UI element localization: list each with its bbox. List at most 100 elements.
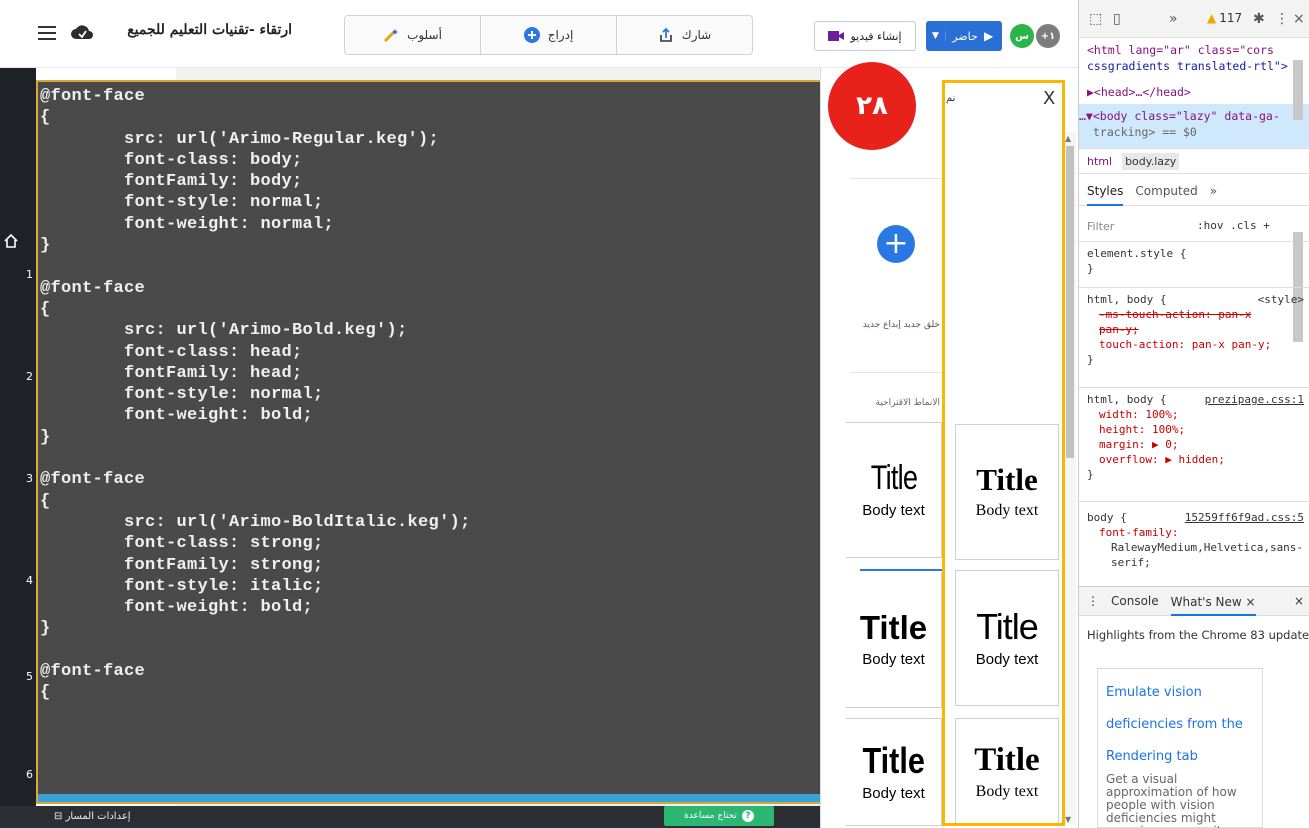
tab-computed[interactable]: Computed bbox=[1135, 184, 1197, 198]
tab-styles[interactable]: Styles bbox=[1087, 184, 1124, 206]
home-icon[interactable] bbox=[4, 234, 18, 248]
help-button[interactable]: تحتاج مساعدة ? bbox=[664, 806, 774, 826]
code-panel-footer bbox=[38, 794, 857, 802]
code-editor-panel[interactable]: @font-face { src: url('Arimo-Regular.keg… bbox=[36, 80, 859, 804]
menu-icon[interactable] bbox=[38, 26, 56, 40]
more-tabs-icon[interactable]: » bbox=[1210, 184, 1217, 198]
more-tabs-icon[interactable]: » bbox=[1169, 11, 1178, 27]
new-creative-label: خلق جديد إبداع جديد bbox=[862, 320, 940, 330]
highlight-annotation-box bbox=[942, 80, 1065, 826]
tab-console[interactable]: Console bbox=[1111, 594, 1159, 608]
breadcrumb: html body.lazy bbox=[1079, 148, 1309, 174]
css-rule[interactable]: html, body { <style> -ms-touch-action: p… bbox=[1079, 288, 1309, 388]
divider bbox=[850, 372, 942, 373]
plus-circle-icon bbox=[523, 27, 540, 43]
css-close: } bbox=[1087, 353, 1094, 366]
step-number-badge: ٢٨ bbox=[828, 62, 916, 150]
breadcrumb-item[interactable]: html bbox=[1087, 155, 1112, 168]
dom-node-head[interactable]: ▶<head>…</head> bbox=[1087, 84, 1191, 100]
style-card[interactable]: Title Body text bbox=[846, 422, 942, 558]
slide-number[interactable]: 6 bbox=[26, 768, 33, 781]
path-settings-label: إعدادات المسار bbox=[65, 811, 131, 822]
gear-icon[interactable]: ✱ bbox=[1253, 11, 1265, 27]
css-prop: margin: ▶ 0; bbox=[1099, 438, 1179, 451]
share-button[interactable]: شارك bbox=[617, 16, 752, 54]
style-button[interactable]: أسلوب bbox=[345, 16, 481, 54]
style-card[interactable]: Title Body text bbox=[846, 572, 942, 708]
question-icon: ? bbox=[741, 810, 754, 822]
video-camera-icon bbox=[828, 31, 845, 41]
css-value: RalewayMedium,Helvetica,sans- bbox=[1111, 541, 1304, 554]
insert-label: إدراج bbox=[547, 28, 574, 42]
inspect-element-icon[interactable]: ⬚ bbox=[1089, 11, 1102, 27]
present-dropdown-icon[interactable]: ▼ bbox=[926, 31, 946, 41]
css-prop: width: 100%; bbox=[1099, 408, 1179, 421]
insert-button[interactable]: إدراج bbox=[481, 16, 617, 54]
news-title-line[interactable]: Emulate vision bbox=[1106, 677, 1254, 709]
slide-number[interactable]: 1 bbox=[26, 268, 33, 281]
css-rule[interactable]: html, body { prezipage.css:1 width: 100%… bbox=[1079, 388, 1309, 502]
filter-input[interactable]: Filter bbox=[1087, 220, 1114, 233]
cloud-icon[interactable] bbox=[70, 23, 94, 41]
device-toolbar-icon[interactable]: ▯ bbox=[1113, 11, 1121, 27]
card-body: Body text bbox=[862, 502, 925, 520]
style-card[interactable]: Title Body text bbox=[846, 718, 942, 826]
warnings-counter[interactable]: ▲ 117 bbox=[1207, 11, 1242, 25]
card-title: Title bbox=[862, 739, 925, 781]
dom-node-body[interactable]: …▼<body class="lazy" data-ga- bbox=[1079, 108, 1280, 124]
close-icon[interactable]: × bbox=[1293, 11, 1305, 27]
presentation-title[interactable]: ارتقاء -تقنيات التعليم للجميع bbox=[102, 22, 292, 38]
css-prop: touch-action: pan-x pan-y; bbox=[1099, 338, 1272, 351]
share-upload-icon bbox=[659, 27, 672, 42]
css-prop: height: 100%; bbox=[1099, 423, 1186, 436]
dom-node-body-cont[interactable]: tracking> == $0 bbox=[1093, 124, 1197, 140]
filter-options[interactable]: :hov .cls + bbox=[1197, 219, 1270, 232]
css-source-link[interactable]: prezipage.css:1 bbox=[1205, 392, 1304, 407]
devtools-toolbar: ⬚ ▯ » ▲ 117 ✱ ⋮ × bbox=[1079, 0, 1309, 38]
dom-node-html[interactable]: <html lang="ar" class="cors bbox=[1087, 42, 1274, 58]
dom-scrollbar[interactable] bbox=[1293, 60, 1303, 120]
divider bbox=[850, 178, 942, 179]
css-rule[interactable]: element.style { } bbox=[1079, 242, 1309, 288]
avatar[interactable]: س bbox=[1010, 24, 1034, 48]
drawer-menu-icon[interactable]: ⋮ bbox=[1087, 594, 1099, 608]
path-settings-button[interactable]: إعدادات المسار ⊟ bbox=[54, 811, 131, 822]
css-rule[interactable]: body { 15259ff6f9ad.css:5 font-family: R… bbox=[1079, 506, 1309, 586]
tab-whats-new[interactable]: What's New × bbox=[1170, 595, 1256, 616]
dom-node-html-cont[interactable]: cssgradients translated-rtl"> bbox=[1087, 58, 1288, 74]
scroll-up-icon[interactable]: ▲ bbox=[1065, 134, 1071, 143]
collaborators-avatar[interactable]: +١ bbox=[1036, 24, 1060, 48]
share-label: شارك bbox=[681, 28, 712, 42]
present-button[interactable]: ▼ حاضر ▶ bbox=[926, 21, 1002, 51]
code-text[interactable]: @font-face { src: url('Arimo-Regular.keg… bbox=[40, 86, 471, 704]
css-source-link[interactable]: 15259ff6f9ad.css:5 bbox=[1185, 510, 1304, 525]
style-label: أسلوب bbox=[407, 28, 442, 42]
scroll-down-icon[interactable]: ▼ bbox=[1065, 815, 1071, 824]
path-icon: ⊟ bbox=[54, 811, 63, 822]
warning-icon: ▲ bbox=[1207, 11, 1217, 25]
drawer-tabs: ⋮ Console What's New × × bbox=[1079, 586, 1309, 616]
add-style-button[interactable]: + bbox=[877, 225, 915, 263]
dom-text: ▶<head>…</head> bbox=[1087, 85, 1191, 99]
breadcrumb-item[interactable]: body.lazy bbox=[1122, 152, 1180, 170]
create-video-button[interactable]: إنشاء فيديو bbox=[814, 21, 916, 51]
devtools-panel: ⬚ ▯ » ▲ 117 ✱ ⋮ × <html lang="ar" class="… bbox=[1078, 0, 1309, 828]
panel-scroll-thumb[interactable] bbox=[1066, 146, 1074, 458]
kebab-menu-icon[interactable]: ⋮ bbox=[1275, 11, 1289, 27]
close-drawer-icon[interactable]: × bbox=[1294, 594, 1304, 608]
dom-text: cssgradients translated-rtl"> bbox=[1087, 59, 1288, 73]
slide-number[interactable]: 5 bbox=[26, 670, 33, 683]
css-close: } bbox=[1087, 262, 1094, 275]
slide-number[interactable]: 2 bbox=[26, 370, 33, 383]
styles-tabs: Styles Computed » bbox=[1079, 176, 1309, 206]
css-source[interactable]: <style> bbox=[1258, 292, 1304, 307]
dom-text: <html lang="ar" class="cors bbox=[1087, 43, 1274, 57]
top-bar: ارتقاء -تقنيات التعليم للجميع أسلوب إدرا… bbox=[0, 0, 1078, 68]
news-title-line[interactable]: deficiencies from the bbox=[1106, 709, 1254, 741]
slide-number[interactable]: 3 bbox=[26, 472, 33, 485]
styles-filter: Filter :hov .cls + bbox=[1079, 210, 1309, 242]
news-card[interactable]: Emulate vision deficiencies from the Ren… bbox=[1097, 668, 1263, 828]
magic-wand-icon bbox=[384, 29, 399, 43]
news-title-line[interactable]: Rendering tab bbox=[1106, 741, 1254, 773]
slide-number[interactable]: 4 bbox=[26, 574, 33, 587]
